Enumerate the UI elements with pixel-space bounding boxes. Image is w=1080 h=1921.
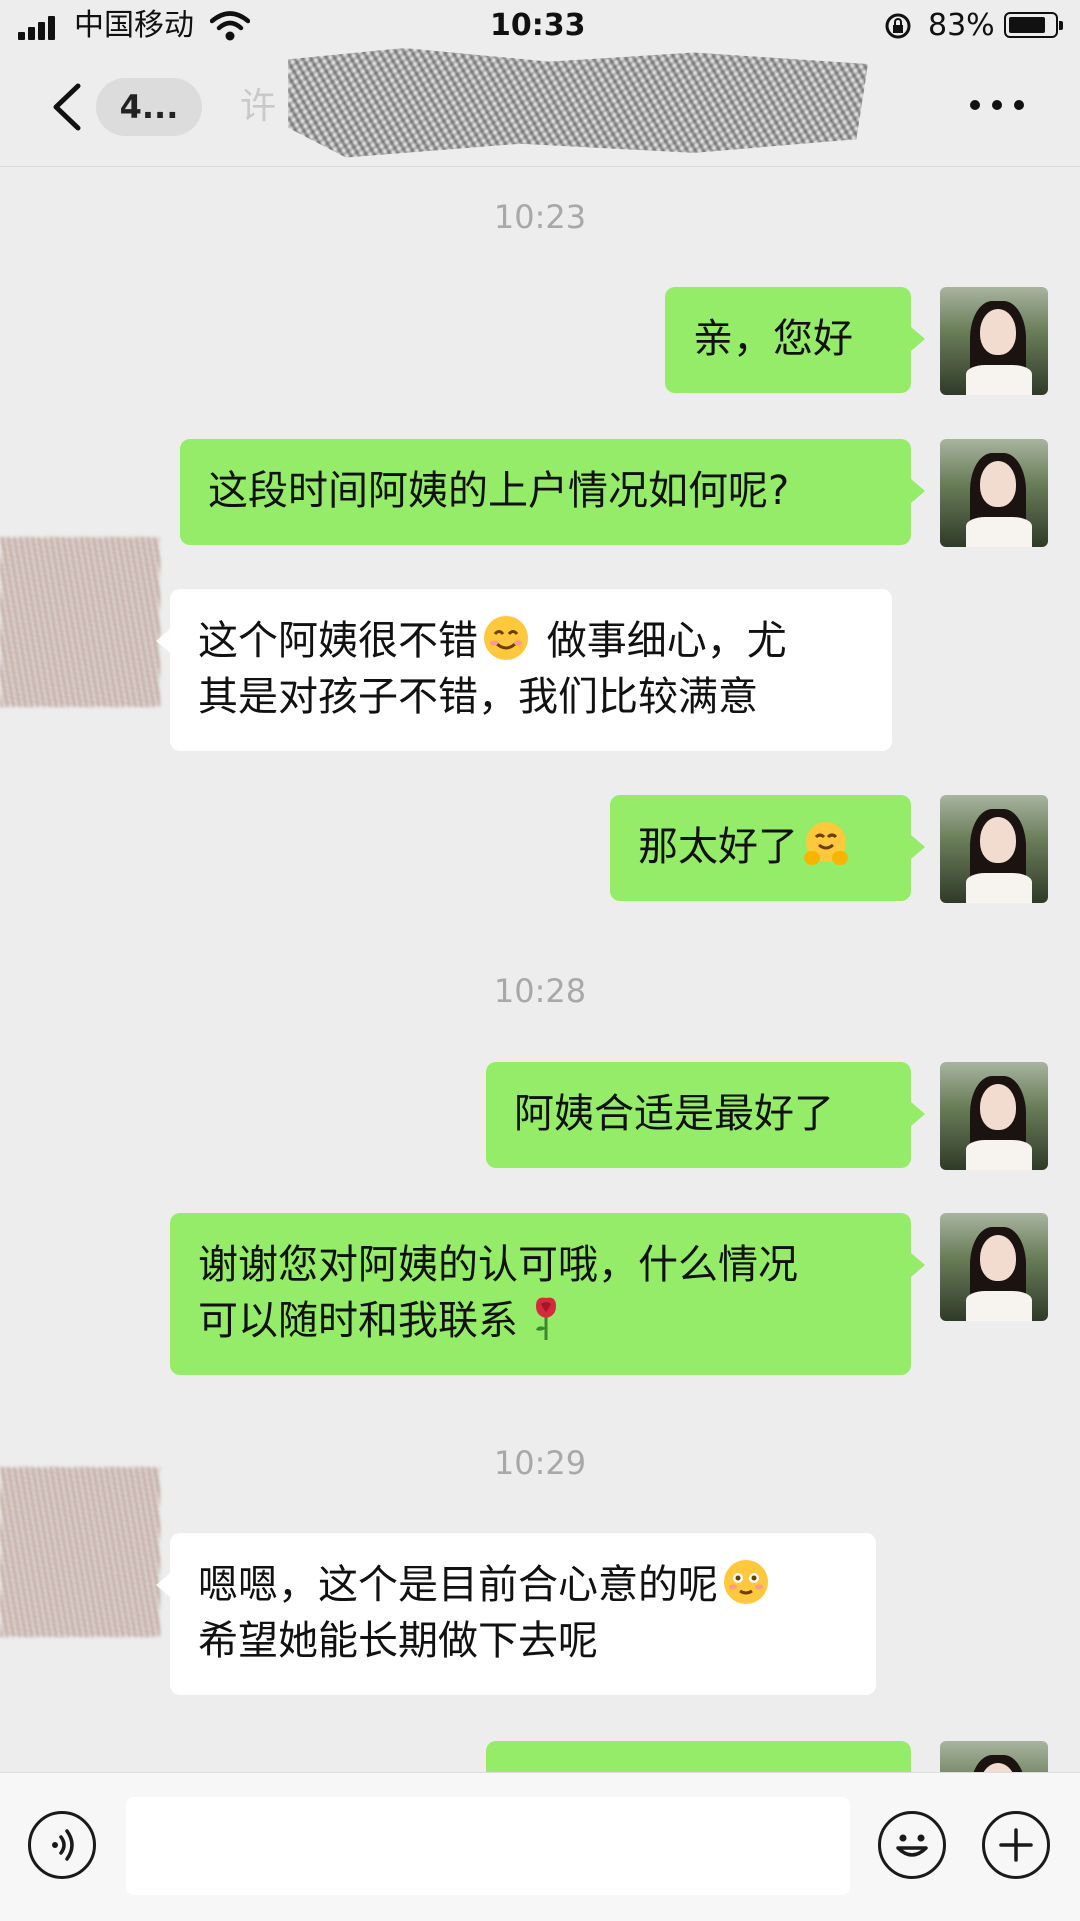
emoji-button[interactable]	[878, 1811, 946, 1879]
message-bubble-sent-partial[interactable]	[486, 1741, 911, 1772]
status-bar: 中国移动 10:33 83%	[0, 0, 1080, 52]
chat-header: 4... 许	[0, 48, 1080, 167]
wifi-icon	[210, 11, 250, 41]
cellular-signal-icon	[18, 14, 62, 40]
input-bar	[0, 1772, 1080, 1921]
rotation-lock-icon	[885, 13, 911, 39]
my-avatar[interactable]	[940, 1213, 1048, 1321]
message-text: 阿姨合适是最好了	[514, 1091, 834, 1137]
message-text: 其是对孩子不错，我们比较满意	[198, 674, 758, 720]
message-bubble-sent[interactable]: 阿姨合适是最好了	[486, 1062, 925, 1168]
my-avatar[interactable]	[940, 1062, 1048, 1170]
message-text: 谢谢您对阿姨的认可哦，什么情况	[198, 1242, 798, 1288]
voice-icon	[52, 1829, 74, 1861]
unread-count-badge[interactable]: 4...	[96, 78, 202, 136]
message-text: 这个阿姨很不错	[198, 618, 478, 664]
contact-avatar-redacted[interactable]	[0, 537, 160, 707]
timestamp: 10:29	[493, 1444, 587, 1482]
message-text: 这段时间阿姨的上户情况如何呢?	[208, 468, 790, 514]
more-functions-button[interactable]	[982, 1811, 1050, 1879]
message-text: 嗯嗯，这个是目前合心意的呢	[198, 1562, 718, 1608]
message-text: 可以随时和我联系	[198, 1298, 518, 1344]
plus-icon	[999, 1828, 1033, 1862]
my-avatar[interactable]	[940, 287, 1048, 395]
message-bubble-sent[interactable]: 那太好了	[610, 795, 925, 901]
message-input[interactable]	[126, 1797, 850, 1895]
redacted-title-scribble	[288, 48, 868, 158]
battery-icon	[1004, 12, 1063, 38]
message-text: 亲，您好	[693, 316, 853, 362]
voice-input-button[interactable]	[28, 1811, 96, 1879]
message-list[interactable]: 10:23 亲，您好 这段时间阿姨的上户情况如何呢? 这个阿姨很不错 做事细心，…	[0, 167, 1080, 1772]
rose-emoji-icon	[536, 1297, 556, 1340]
message-bubble-sent[interactable]: 亲，您好	[665, 287, 925, 393]
timestamp: 10:28	[493, 972, 587, 1010]
emoji-icon	[896, 1834, 928, 1857]
clock: 10:33	[490, 8, 586, 43]
back-button[interactable]	[48, 80, 88, 134]
chat-title: 许	[240, 86, 277, 127]
carrier-name: 中国移动	[74, 8, 194, 43]
message-text: 那太好了	[638, 824, 798, 870]
blushing-face-emoji-icon	[724, 1560, 768, 1604]
message-text: 希望她能长期做下去呢	[198, 1618, 598, 1664]
contact-avatar-redacted[interactable]	[0, 1467, 160, 1637]
message-bubble-received[interactable]: 嗯嗯，这个是目前合心意的呢 希望她能长期做下去呢	[156, 1533, 876, 1695]
message-bubble-received[interactable]: 这个阿姨很不错 做事细心，尤 其是对孩子不错，我们比较满意	[156, 589, 892, 751]
my-avatar[interactable]	[940, 439, 1048, 547]
battery-percent: 83%	[928, 8, 995, 43]
message-text: 做事细心，尤	[534, 618, 787, 664]
my-avatar[interactable]	[940, 1741, 1048, 1772]
more-options-button[interactable]	[970, 100, 1026, 116]
timestamp: 10:23	[493, 198, 587, 236]
message-bubble-sent[interactable]: 谢谢您对阿姨的认可哦，什么情况 可以随时和我联系	[170, 1213, 925, 1375]
smiling-face-emoji-icon	[484, 616, 528, 660]
message-bubble-sent[interactable]: 这段时间阿姨的上户情况如何呢?	[180, 439, 925, 545]
my-avatar[interactable]	[940, 795, 1048, 903]
hugging-face-emoji-icon	[804, 822, 848, 865]
